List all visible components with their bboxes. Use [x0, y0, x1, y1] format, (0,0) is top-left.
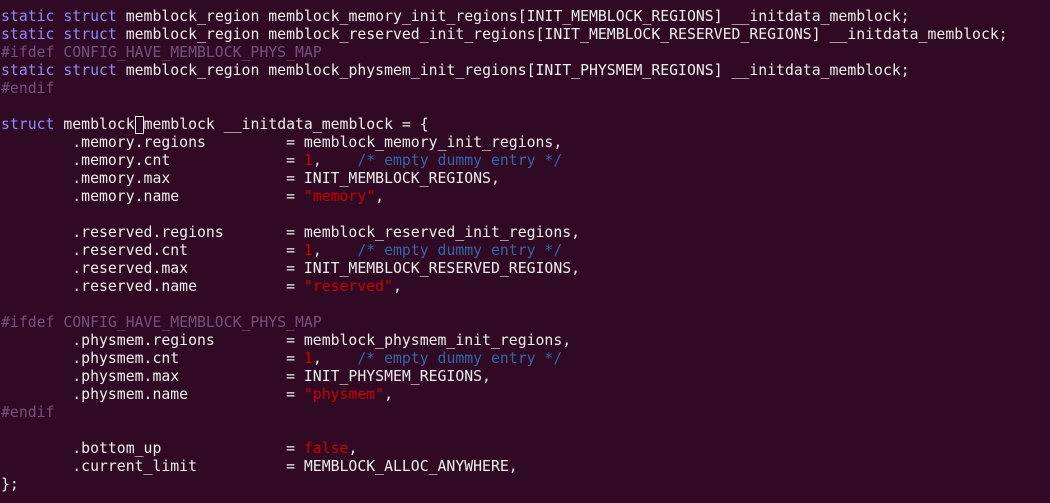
preprocessor-token: #endif: [1, 404, 55, 421]
code-token: .memory.max = INIT_MEMBLOCK_REGIONS,: [1, 170, 500, 187]
number-token: 1: [303, 152, 313, 169]
keyword-token: static: [1, 8, 55, 25]
preprocessor-token: #ifdef CONFIG_HAVE_MEMBLOCK_PHYS_MAP: [1, 44, 322, 61]
keyword-token: struct: [63, 8, 117, 25]
code-line[interactable]: };: [0, 476, 1050, 494]
keyword-token: struct: [1, 116, 55, 133]
code-line[interactable]: .physmem.regions = memblock_physmem_init…: [0, 332, 1050, 350]
code-line[interactable]: static struct memblock_region memblock_r…: [0, 26, 1050, 44]
code-token: .reserved.regions = memblock_reserved_in…: [1, 224, 581, 241]
code-token: .bottom_up =: [1, 440, 304, 457]
code-line[interactable]: [0, 98, 1050, 116]
code-token: ,: [384, 386, 393, 403]
code-line[interactable]: .reserved.max = INIT_MEMBLOCK_RESERVED_R…: [0, 260, 1050, 278]
code-token: .memory.regions = memblock_memory_init_r…: [1, 134, 563, 151]
code-token: memblock_region memblock_memory_init_reg…: [116, 8, 910, 25]
code-token: };: [1, 476, 19, 493]
code-token: ,: [392, 278, 402, 295]
code-line[interactable]: #endif: [0, 80, 1050, 98]
code-line[interactable]: static struct memblock_region memblock_m…: [0, 8, 1050, 26]
code-token: memblock memblock __initdata_memblock = …: [54, 116, 429, 134]
code-token: .physmem.cnt =: [1, 350, 304, 367]
code-token: .reserved.cnt =: [1, 242, 304, 259]
comment-token: /* empty dummy entry */: [357, 350, 563, 367]
string-token: "physmem": [303, 386, 385, 403]
keyword-token: struct: [63, 62, 117, 79]
string-token: "memory": [303, 188, 376, 205]
code-token: ,: [348, 440, 358, 457]
code-area[interactable]: static struct memblock_region memblock_m…: [0, 8, 1050, 494]
code-token: .physmem.regions = memblock_physmem_init…: [1, 332, 572, 349]
string-token: false: [303, 440, 349, 457]
code-line[interactable]: .reserved.cnt = 1, /* empty dummy entry …: [0, 242, 1050, 260]
code-line[interactable]: .current_limit = MEMBLOCK_ALLOC_ANYWHERE…: [0, 458, 1050, 476]
code-line[interactable]: #ifdef CONFIG_HAVE_MEMBLOCK_PHYS_MAP: [0, 314, 1050, 332]
code-token: ,: [312, 242, 358, 259]
code-token: .current_limit = MEMBLOCK_ALLOC_ANYWHERE…: [1, 458, 518, 475]
code-token: .memory.name =: [1, 188, 304, 205]
comment-token: /* empty dummy entry */: [357, 152, 563, 169]
code-line[interactable]: .memory.regions = memblock_memory_init_r…: [0, 134, 1050, 152]
keyword-token: static: [1, 62, 55, 79]
code-line[interactable]: .reserved.name = "reserved",: [0, 278, 1050, 296]
number-token: 1: [303, 350, 313, 367]
terminal-editor[interactable]: static struct memblock_region memblock_m…: [0, 0, 1050, 503]
code-token: ,: [375, 188, 385, 205]
keyword-token: static: [1, 26, 55, 43]
code-token: .reserved.max = INIT_MEMBLOCK_RESERVED_R…: [1, 260, 581, 277]
number-token: 1: [303, 242, 313, 259]
code-token: .physmem.max = INIT_PHYSMEM_REGIONS,: [1, 368, 491, 385]
code-line[interactable]: static struct memblock_region memblock_p…: [0, 62, 1050, 80]
code-line[interactable]: .bottom_up = false,: [0, 440, 1050, 458]
code-token: ,: [312, 350, 358, 367]
code-line[interactable]: struct memblock memblock __initdata_memb…: [0, 116, 1050, 134]
keyword-token: struct: [63, 26, 117, 43]
comment-token: /* empty dummy entry */: [357, 242, 563, 259]
code-line[interactable]: .reserved.regions = memblock_reserved_in…: [0, 224, 1050, 242]
code-line[interactable]: .physmem.cnt = 1, /* empty dummy entry *…: [0, 350, 1050, 368]
string-token: "reserved": [303, 278, 393, 295]
code-token: memblock_region memblock_physmem_init_re…: [116, 62, 910, 79]
preprocessor-token: #endif: [1, 80, 55, 97]
code-token: memblock_region memblock_reserved_init_r…: [116, 26, 1008, 43]
code-line[interactable]: .memory.name = "memory",: [0, 188, 1050, 206]
code-token: .reserved.name =: [1, 278, 304, 295]
code-token: ,: [312, 152, 358, 169]
code-line[interactable]: #endif: [0, 404, 1050, 422]
preprocessor-token: #ifdef CONFIG_HAVE_MEMBLOCK_PHYS_MAP: [1, 314, 322, 331]
code-token: .physmem.name =: [1, 386, 304, 403]
code-line[interactable]: .memory.max = INIT_MEMBLOCK_REGIONS,: [0, 170, 1050, 188]
code-line[interactable]: #ifdef CONFIG_HAVE_MEMBLOCK_PHYS_MAP: [0, 44, 1050, 62]
code-line[interactable]: [0, 422, 1050, 440]
code-line[interactable]: .memory.cnt = 1, /* empty dummy entry */: [0, 152, 1050, 170]
text-cursor: [134, 116, 144, 134]
code-line[interactable]: .physmem.max = INIT_PHYSMEM_REGIONS,: [0, 368, 1050, 386]
code-line[interactable]: .physmem.name = "physmem",: [0, 386, 1050, 404]
code-token: .memory.cnt =: [1, 152, 304, 169]
code-line[interactable]: [0, 296, 1050, 314]
code-line[interactable]: [0, 206, 1050, 224]
